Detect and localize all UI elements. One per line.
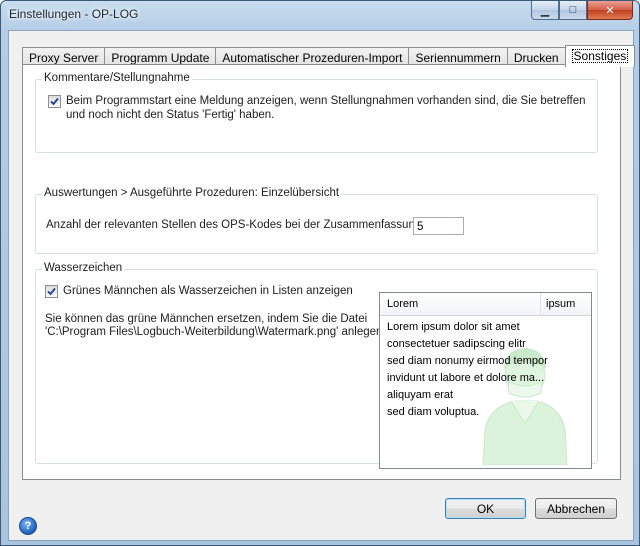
ops-digits-input[interactable]: 5	[413, 217, 464, 235]
watermark-info-line2: 'C:\Program Files\Logbuch-Weiterbildung\…	[45, 326, 383, 338]
minimize-icon: ▁	[540, 4, 550, 17]
tab-label: Programm Update	[111, 51, 210, 65]
list-item: invidunt ut labore et dolore ma...	[387, 372, 545, 384]
startup-message-checkbox[interactable]	[48, 95, 61, 108]
checkmark-icon	[47, 287, 56, 296]
close-button[interactable]: ✕	[587, 1, 633, 20]
tab-page-sonstiges: Kommentare/Stellungnahme Beim Programmst…	[22, 64, 621, 480]
comments-group-legend: Kommentare/Stellungnahme	[42, 72, 192, 84]
list-item: Lorem ipsum dolor sit amet	[387, 321, 520, 333]
minimize-button[interactable]: ▁	[531, 1, 559, 20]
settings-window: Einstellungen - OP-LOG ▁ □ ✕ Proxy Serve…	[0, 0, 640, 546]
list-item: sed diam nonumy eirmod tempor	[387, 355, 548, 367]
list-item: sed diam voluptua.	[387, 406, 480, 418]
startup-message-label-line1[interactable]: Beim Programmstart eine Meldung anzeigen…	[66, 94, 586, 108]
list-item: aliquyam erat	[387, 389, 454, 401]
close-icon: ✕	[605, 4, 615, 17]
analysis-group-legend: Auswertungen > Ausgeführte Prozeduren: E…	[42, 187, 342, 199]
maximize-button[interactable]: □	[559, 1, 587, 20]
tab-sonstiges[interactable]: Sonstiges	[564, 45, 636, 67]
column-divider	[540, 293, 541, 315]
watermark-group: Wasserzeichen Grünes Männchen als Wasser…	[35, 262, 598, 469]
tab-label: Proxy Server	[29, 51, 99, 65]
watermark-group-legend: Wasserzeichen	[42, 262, 125, 274]
tab-label: Sonstiges	[571, 49, 629, 63]
watermark-checkbox[interactable]	[45, 285, 58, 298]
watermark-preview-list: Lorem ipsum Lorem ipsum dolor sit amet c…	[379, 292, 592, 469]
tab-label: Seriennummern	[415, 51, 501, 65]
tab-label: Drucken	[513, 51, 559, 65]
startup-message-label-line2[interactable]: und noch nicht den Status 'Fertig' haben…	[66, 108, 274, 122]
comments-group: Kommentare/Stellungnahme Beim Programmst…	[35, 72, 598, 153]
tab-label: Automatischer Prozeduren-Import	[222, 51, 403, 65]
ok-button[interactable]: OK	[445, 498, 526, 519]
analysis-group: Auswertungen > Ausgeführte Prozeduren: E…	[35, 187, 598, 254]
preview-column-ipsum: ipsum	[546, 298, 576, 310]
window-title: Einstellungen - OP-LOG	[9, 7, 139, 21]
watermark-checkbox-label[interactable]: Grünes Männchen als Wasserzeichen in Lis…	[63, 284, 353, 298]
window-controls: ▁ □ ✕	[531, 1, 633, 20]
preview-column-lorem: Lorem	[387, 298, 419, 310]
ops-digits-label: Anzahl der relevanten Stellen des OPS-Ko…	[46, 219, 425, 231]
preview-list-header: Lorem ipsum	[380, 293, 591, 316]
maximize-icon: □	[569, 4, 577, 16]
help-icon[interactable]: ?	[19, 517, 37, 535]
watermark-info-line1: Sie können das grüne Männchen ersetzen, …	[45, 313, 368, 325]
dialog-client: Proxy Server Programm Update Automatisch…	[8, 30, 636, 541]
list-item: consectetuer sadipscing elitr	[387, 338, 526, 350]
checkmark-icon	[50, 97, 59, 106]
cancel-button[interactable]: Abbrechen	[535, 498, 617, 519]
